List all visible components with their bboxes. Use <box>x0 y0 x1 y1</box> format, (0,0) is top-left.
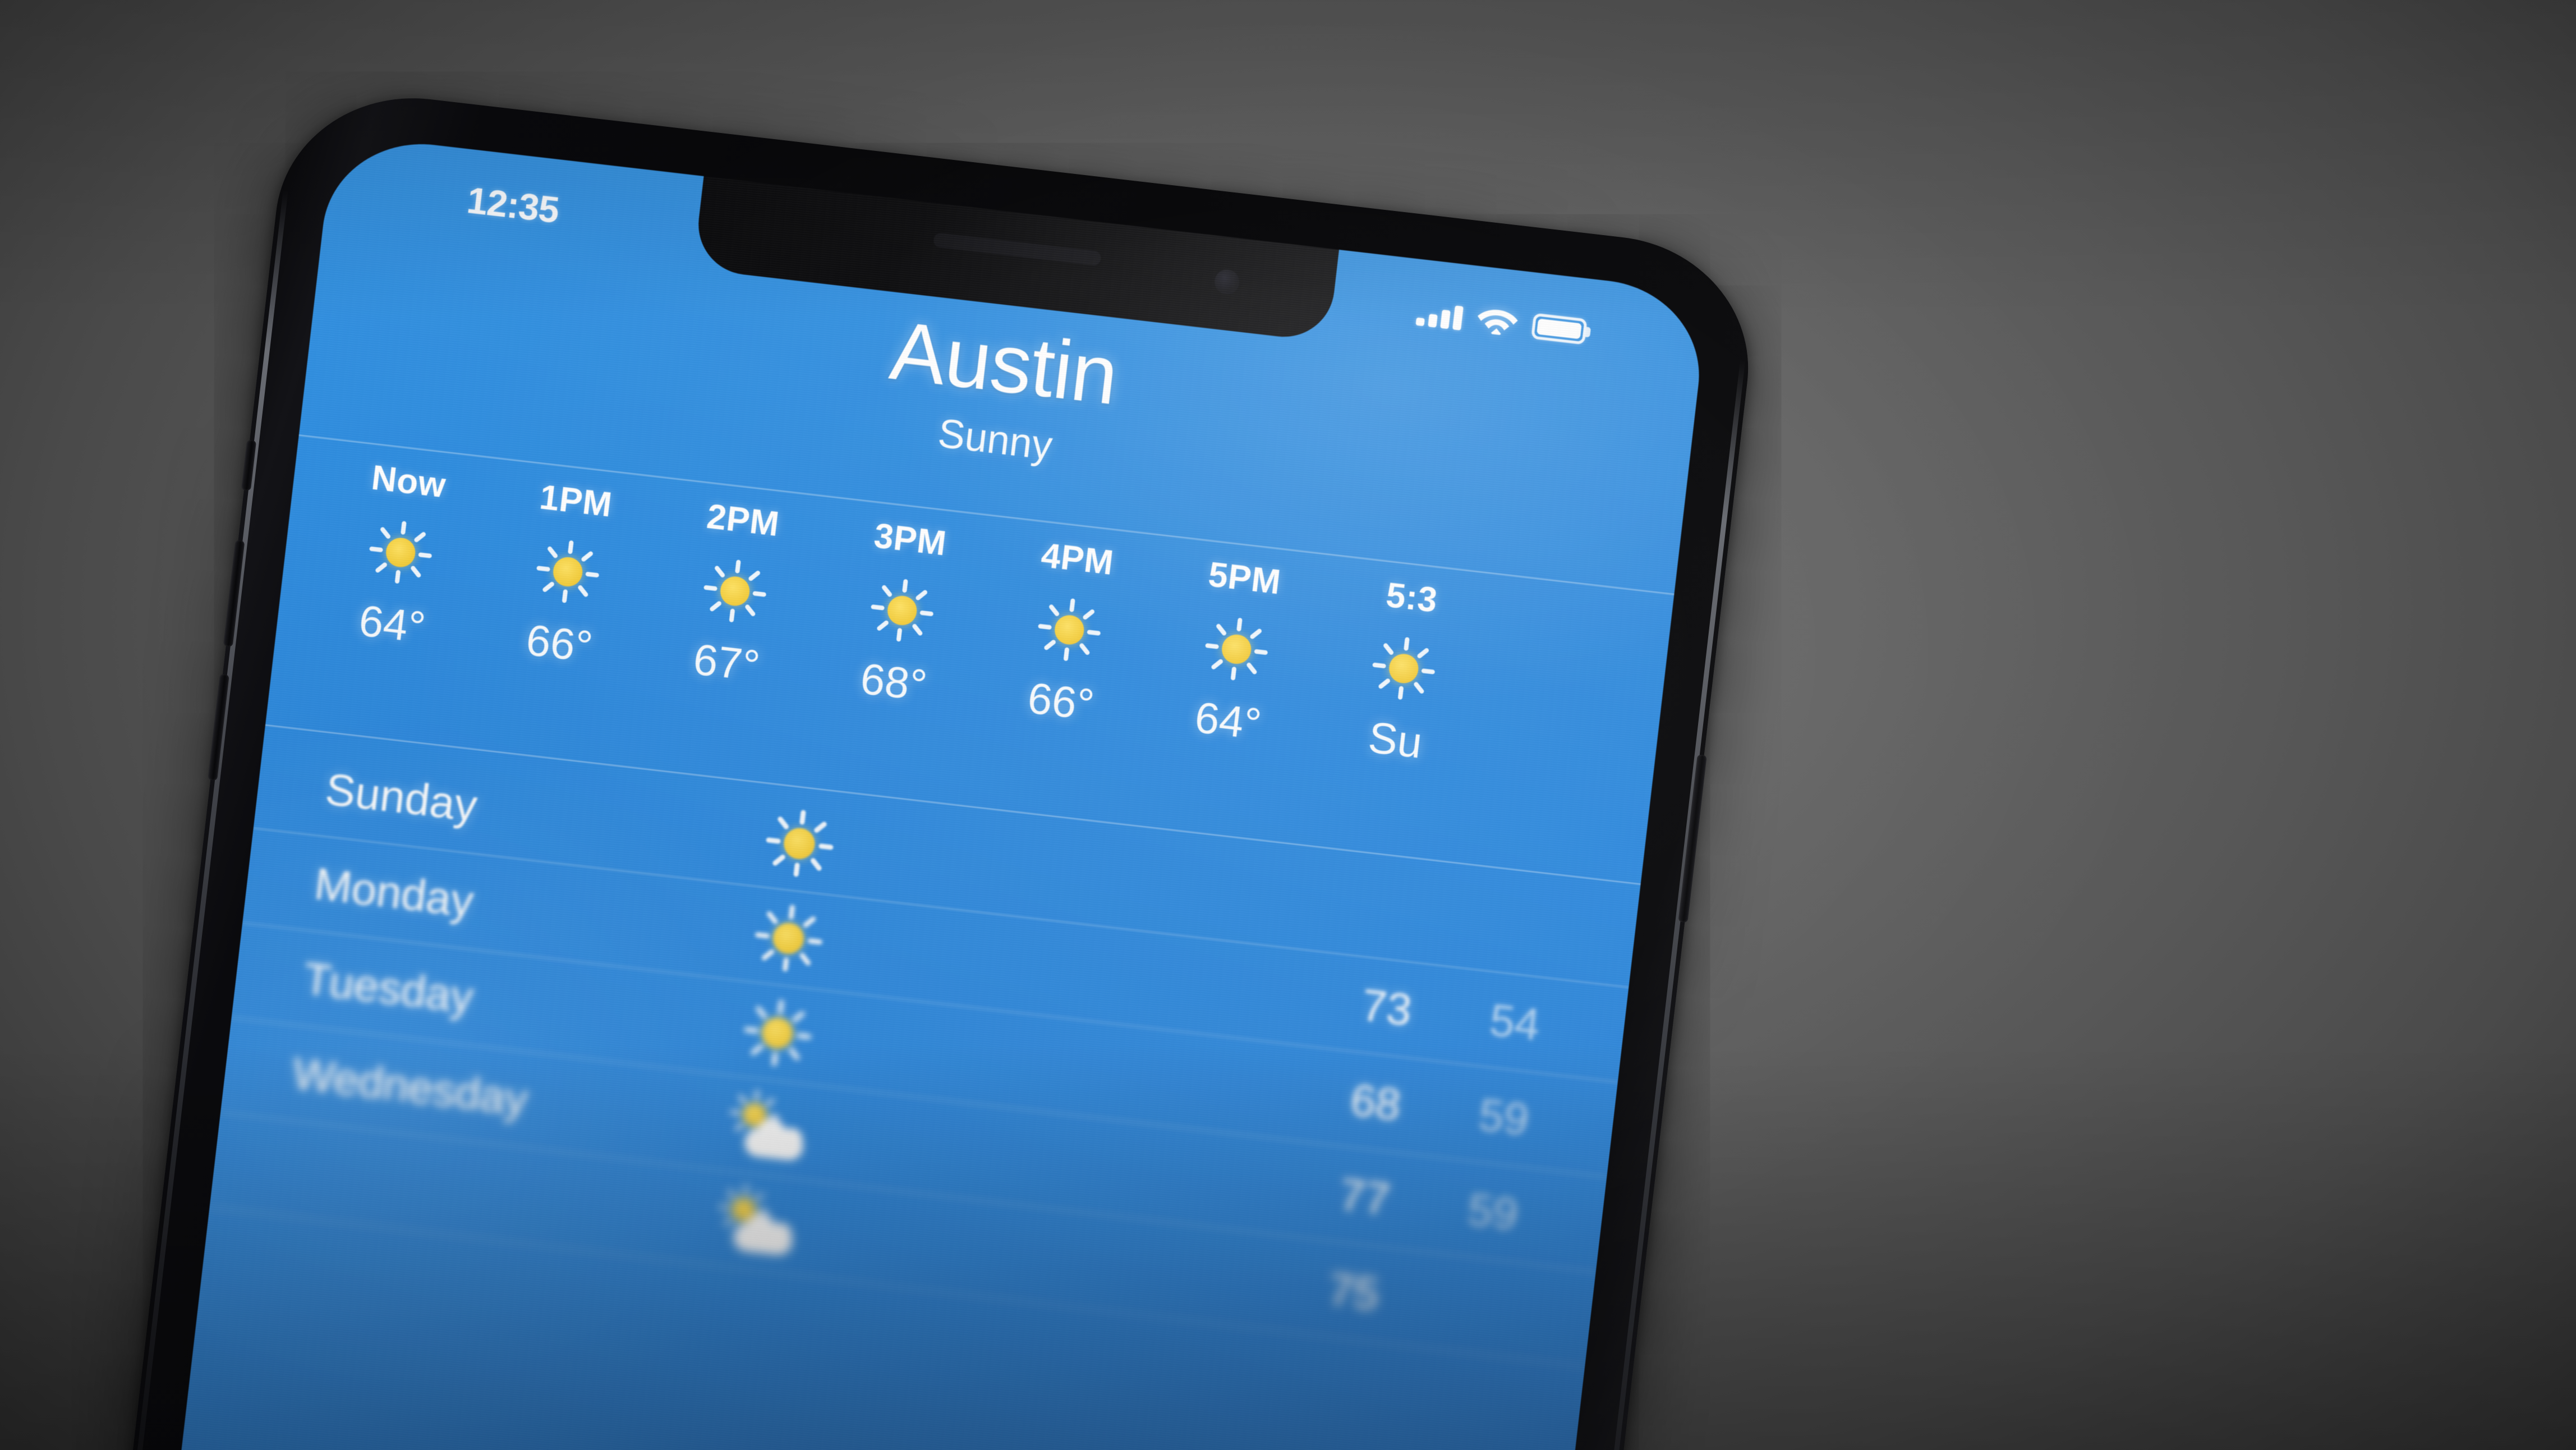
hourly-time-label: 3PM <box>872 516 949 563</box>
hourly-forecast-item[interactable]: 1PM 66° <box>473 472 662 678</box>
phone-screen: 12:35 Austin Sunny Now 64° 1PM 66° 2PM 6… <box>148 133 1709 1450</box>
hourly-time-label: 5PM <box>1206 555 1283 602</box>
daily-weather-icon <box>668 1180 843 1266</box>
hourly-weather-icon <box>1368 628 1439 708</box>
daily-row-spacer <box>861 1043 1284 1091</box>
sun-icon <box>762 806 837 880</box>
hourly-weather-icon <box>365 512 436 592</box>
daily-high-temperature: 77 <box>1337 1169 1393 1224</box>
hourly-time-label: 4PM <box>1039 535 1116 583</box>
hourly-forecast-item[interactable]: Now 64° <box>306 452 495 659</box>
daily-high-temperature: 73 <box>1359 979 1415 1035</box>
hourly-forecast-item[interactable]: 4PM 66° <box>974 530 1163 736</box>
sun-icon <box>867 576 937 645</box>
photo-scene: 12:35 Austin Sunny Now 64° 1PM 66° 2PM 6… <box>0 0 2576 1450</box>
hourly-weather-icon <box>867 571 937 650</box>
daily-weather-icon <box>701 895 876 981</box>
daily-high-temperature <box>1305 902 1423 915</box>
hourly-temperature: Su <box>1365 712 1425 768</box>
hourly-temperature: 68° <box>858 653 930 710</box>
daily-row-spacer <box>850 1137 1272 1186</box>
hourly-time-label: 2PM <box>705 497 781 544</box>
battery-icon <box>1531 313 1591 345</box>
hourly-weather-icon <box>700 551 770 631</box>
hourly-temperature: 66° <box>523 614 595 672</box>
hourly-weather-icon <box>1201 609 1272 689</box>
hourly-weather-icon <box>1034 590 1105 669</box>
daily-high-temperature: 75 <box>1326 1263 1382 1319</box>
daily-low-temperature: 54 <box>1487 994 1543 1050</box>
sun-icon <box>740 995 815 1070</box>
daily-row-spacer <box>872 948 1295 997</box>
hourly-forecast-item[interactable]: 5PM 64° <box>1142 549 1331 755</box>
sun-icon <box>366 517 435 587</box>
wifi-icon <box>1475 303 1520 337</box>
hourly-temperature: 66° <box>1025 672 1097 729</box>
daily-low-temperature <box>1378 1295 1506 1309</box>
partly-cloudy-icon <box>723 1090 809 1165</box>
hourly-temperature: 64° <box>356 595 428 652</box>
hourly-forecast-item[interactable]: 5:3 Su <box>1309 568 1498 775</box>
daily-row-spacer <box>883 853 1305 902</box>
hourly-forecast-item[interactable]: 2PM 67° <box>640 491 829 698</box>
status-indicators <box>1415 296 1591 345</box>
daily-weather-icon <box>712 800 887 887</box>
sun-icon <box>1202 614 1271 684</box>
sun-icon <box>533 537 602 607</box>
daily-high-temperature: 68 <box>1348 1074 1404 1130</box>
sun-icon <box>1034 595 1104 664</box>
hourly-time-label: Now <box>369 458 448 506</box>
sun-icon <box>700 556 770 626</box>
hourly-forecast-item[interactable]: 3PM 68° <box>807 511 996 717</box>
hourly-temperature: 64° <box>1192 692 1264 749</box>
daily-weather-icon <box>690 990 865 1076</box>
daily-weather-icon <box>679 1085 854 1171</box>
status-time: 12:35 <box>464 179 561 231</box>
daily-low-temperature: 59 <box>1465 1183 1521 1240</box>
daily-low-temperature <box>1423 915 1551 930</box>
cellular-signal-icon <box>1415 301 1464 331</box>
daily-day-name <box>282 1168 672 1213</box>
hourly-time-label: 1PM <box>537 478 614 525</box>
partly-cloudy-icon <box>712 1184 799 1260</box>
sun-icon <box>751 901 826 975</box>
hourly-weather-icon <box>532 532 603 612</box>
sun-icon <box>1369 634 1438 703</box>
hourly-temperature: 67° <box>691 634 762 691</box>
daily-row-spacer <box>839 1232 1262 1281</box>
hourly-time-label: 5:3 <box>1384 575 1439 620</box>
phone-device: 12:35 Austin Sunny Now 64° 1PM 66° 2PM 6… <box>97 83 1763 1450</box>
daily-low-temperature: 59 <box>1476 1089 1532 1145</box>
